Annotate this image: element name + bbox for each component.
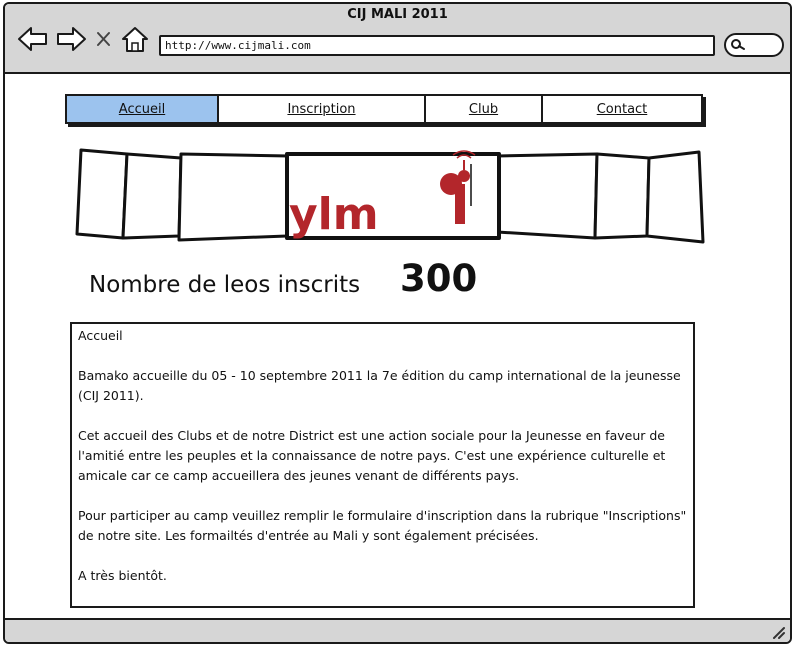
article-paragraph: Pour participer au camp veuillez remplir…	[78, 508, 687, 543]
forward-button[interactable]	[55, 24, 87, 54]
article-paragraph: Cet accueil des Clubs et de notre Distri…	[78, 428, 666, 483]
tab-inscription[interactable]: Inscription	[219, 96, 426, 122]
home-icon	[122, 27, 148, 52]
window-title: CIJ MALI 2011	[347, 7, 448, 22]
search-icon	[731, 39, 745, 50]
search-box[interactable]	[724, 33, 784, 57]
main-nav: Accueil Inscription Club Contact	[65, 94, 703, 124]
registrations-count: 300	[400, 257, 478, 300]
browser-toolbar: CIJ MALI 2011 http://www.cijmali.com	[5, 4, 790, 74]
close-icon	[97, 32, 110, 46]
home-button[interactable]	[121, 24, 149, 54]
article-heading: Accueil	[78, 328, 123, 343]
welcome-text-panel: Accueil Bamako accueille du 05 - 10 sept…	[70, 322, 695, 608]
tab-accueil[interactable]: Accueil	[67, 96, 219, 122]
resize-grip-icon[interactable]	[770, 624, 786, 640]
address-bar[interactable]: http://www.cijmali.com	[159, 35, 715, 56]
registrations-label: Nombre de leos inscrits	[89, 272, 361, 298]
status-bar	[5, 618, 790, 642]
article-paragraph: Bamako accueille du 05 - 10 septembre 20…	[78, 368, 681, 403]
browser-window: CIJ MALI 2011 http://www.cijmali.com Acc…	[3, 2, 792, 644]
article-paragraph: A très bientôt.	[78, 568, 167, 583]
arrow-left-icon	[18, 27, 47, 51]
arrow-right-icon	[57, 27, 86, 51]
tab-club[interactable]: Club	[426, 96, 543, 122]
banner-image: ylm	[75, 148, 705, 244]
page-content: Accueil Inscription Club Contact ylm Nom…	[5, 74, 790, 618]
stop-button[interactable]	[95, 24, 113, 54]
svg-text:ylm: ylm	[289, 189, 379, 240]
tab-contact[interactable]: Contact	[543, 96, 701, 122]
back-button[interactable]	[17, 24, 49, 54]
